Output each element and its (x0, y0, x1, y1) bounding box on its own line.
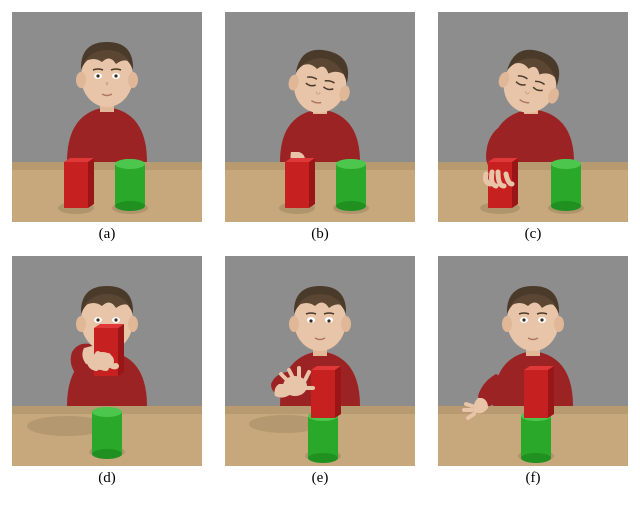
panel-f-caption: (f) (438, 470, 628, 494)
panel-d-caption: (d) (12, 470, 202, 494)
figure-cell-c: (c) (438, 12, 628, 250)
figure-row-2: (d) (12, 256, 628, 494)
figure-cell-f: (f) (438, 256, 628, 494)
figure-cell-e: (e) (225, 256, 415, 494)
panel-e-image (225, 256, 415, 466)
panel-f-image (438, 256, 628, 466)
panel-a-image (12, 12, 202, 222)
figure-cell-a: (a) (12, 12, 202, 250)
figure-cell-b: (b) (225, 12, 415, 250)
panel-d-image (12, 256, 202, 466)
figure-grid: (a) (12, 12, 628, 494)
panel-e-caption: (e) (225, 470, 415, 494)
panel-b-caption: (b) (225, 226, 415, 250)
figure-row-1: (a) (12, 12, 628, 250)
figure-cell-d: (d) (12, 256, 202, 494)
panel-a-caption: (a) (12, 226, 202, 250)
panel-c-image (438, 12, 628, 222)
panel-c-caption: (c) (438, 226, 628, 250)
panel-b-image (225, 12, 415, 222)
